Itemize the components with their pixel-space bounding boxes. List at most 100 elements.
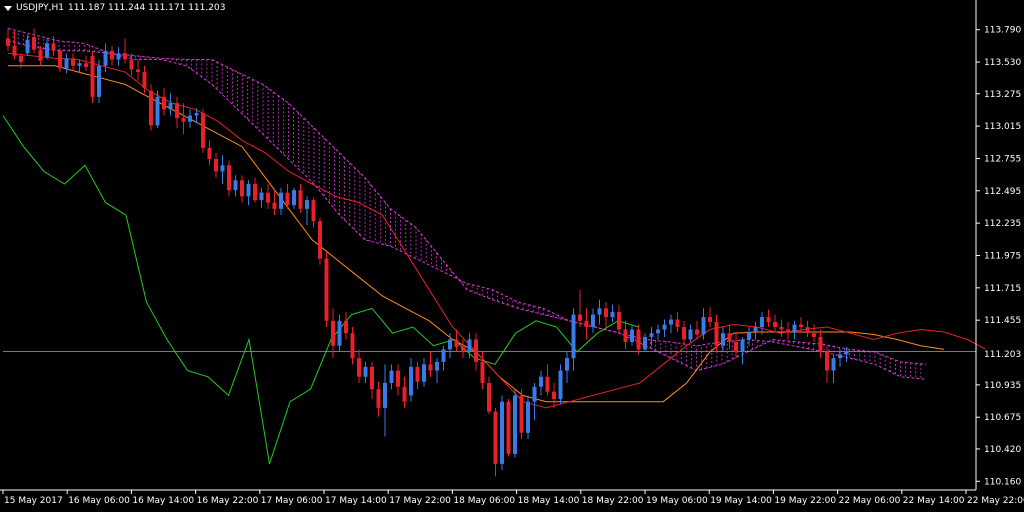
candle <box>396 364 400 396</box>
candle <box>123 38 127 64</box>
candle-body <box>467 339 472 352</box>
candle-body <box>461 346 465 352</box>
candle <box>584 308 589 340</box>
candle <box>714 314 719 352</box>
candle <box>799 317 803 334</box>
candle-body <box>116 53 121 60</box>
candle <box>337 314 342 352</box>
candle <box>766 309 771 328</box>
y-tick-label: 113.790 <box>984 26 1021 36</box>
candle <box>71 53 75 71</box>
candle <box>656 324 660 340</box>
candle <box>487 376 491 415</box>
candle <box>734 332 738 359</box>
candle-body <box>32 37 36 50</box>
candle <box>64 53 69 74</box>
x-tick-label: 16 May 14:00 <box>132 496 194 506</box>
candle <box>233 175 238 197</box>
candle-body <box>591 314 595 328</box>
candle <box>383 364 387 437</box>
candle <box>662 319 667 337</box>
candle-body <box>370 366 374 390</box>
candle <box>168 93 173 116</box>
candle-body <box>123 53 127 60</box>
candle-body <box>740 339 745 352</box>
candle-body <box>136 69 140 72</box>
candle-body <box>110 50 114 60</box>
candle <box>246 180 251 206</box>
candle-body <box>643 336 647 350</box>
candle-body <box>721 333 725 346</box>
candle <box>753 322 758 340</box>
candle <box>708 307 712 328</box>
candle <box>578 289 582 328</box>
candle <box>448 333 452 359</box>
candle-body <box>311 200 316 222</box>
price-chart[interactable]: 113.790 113.530 113.275 113.015 112.755 112.4… <box>0 0 1024 512</box>
y-tick-label: 110.160 <box>984 477 1021 487</box>
candle-body <box>103 50 108 66</box>
candle <box>376 381 381 417</box>
candle-body <box>389 370 394 384</box>
candle <box>597 299 602 325</box>
candle <box>526 395 530 439</box>
x-tick-label: 18 May 06:00 <box>453 496 515 506</box>
candle-body <box>45 43 49 58</box>
candle-body <box>675 319 680 328</box>
y-tick-label: 113.530 <box>984 58 1021 68</box>
candle-body <box>188 115 192 122</box>
candle-body <box>701 317 706 335</box>
current-price-tag: 111.203 <box>979 349 1023 361</box>
candle-body <box>305 200 309 209</box>
candle <box>12 30 17 60</box>
candle-body <box>344 320 348 334</box>
candle-body <box>649 333 654 337</box>
candle <box>116 47 121 66</box>
candle <box>272 190 277 216</box>
candle <box>58 48 62 72</box>
candlestick-series <box>6 28 849 477</box>
candle <box>6 28 10 51</box>
candle <box>363 361 368 384</box>
candle <box>266 183 270 209</box>
candle-body <box>337 320 342 346</box>
candle-body <box>51 43 56 51</box>
candle <box>344 312 348 340</box>
candle <box>545 364 550 396</box>
candle <box>175 96 179 128</box>
candle <box>253 177 257 203</box>
y-tick-label: 112.495 <box>984 187 1021 197</box>
candle-body <box>90 55 95 97</box>
candle <box>506 399 511 457</box>
candle <box>77 59 82 74</box>
candle <box>45 38 49 60</box>
candle-body <box>168 103 173 110</box>
candle <box>149 84 153 131</box>
candle <box>402 376 407 408</box>
candle <box>675 312 680 332</box>
candle-body <box>240 180 244 197</box>
candle-body <box>227 165 231 191</box>
candle <box>805 320 810 337</box>
candle-body <box>747 332 751 340</box>
candle <box>539 370 543 396</box>
candle-body <box>357 358 361 377</box>
candle-body <box>246 183 251 197</box>
candle-body <box>552 391 556 400</box>
candle <box>409 358 413 402</box>
candle <box>604 302 608 328</box>
candle <box>636 324 641 355</box>
candle <box>97 59 101 104</box>
candle-body <box>623 329 628 342</box>
candle <box>311 197 316 228</box>
candle <box>259 187 264 208</box>
candle <box>136 59 140 81</box>
candle-body <box>610 312 615 318</box>
candle <box>331 308 335 359</box>
candle-body <box>708 317 712 323</box>
candle <box>318 217 322 265</box>
candle <box>623 320 628 350</box>
candle-body <box>175 103 179 119</box>
candle <box>519 389 524 439</box>
candle-body <box>441 349 446 362</box>
